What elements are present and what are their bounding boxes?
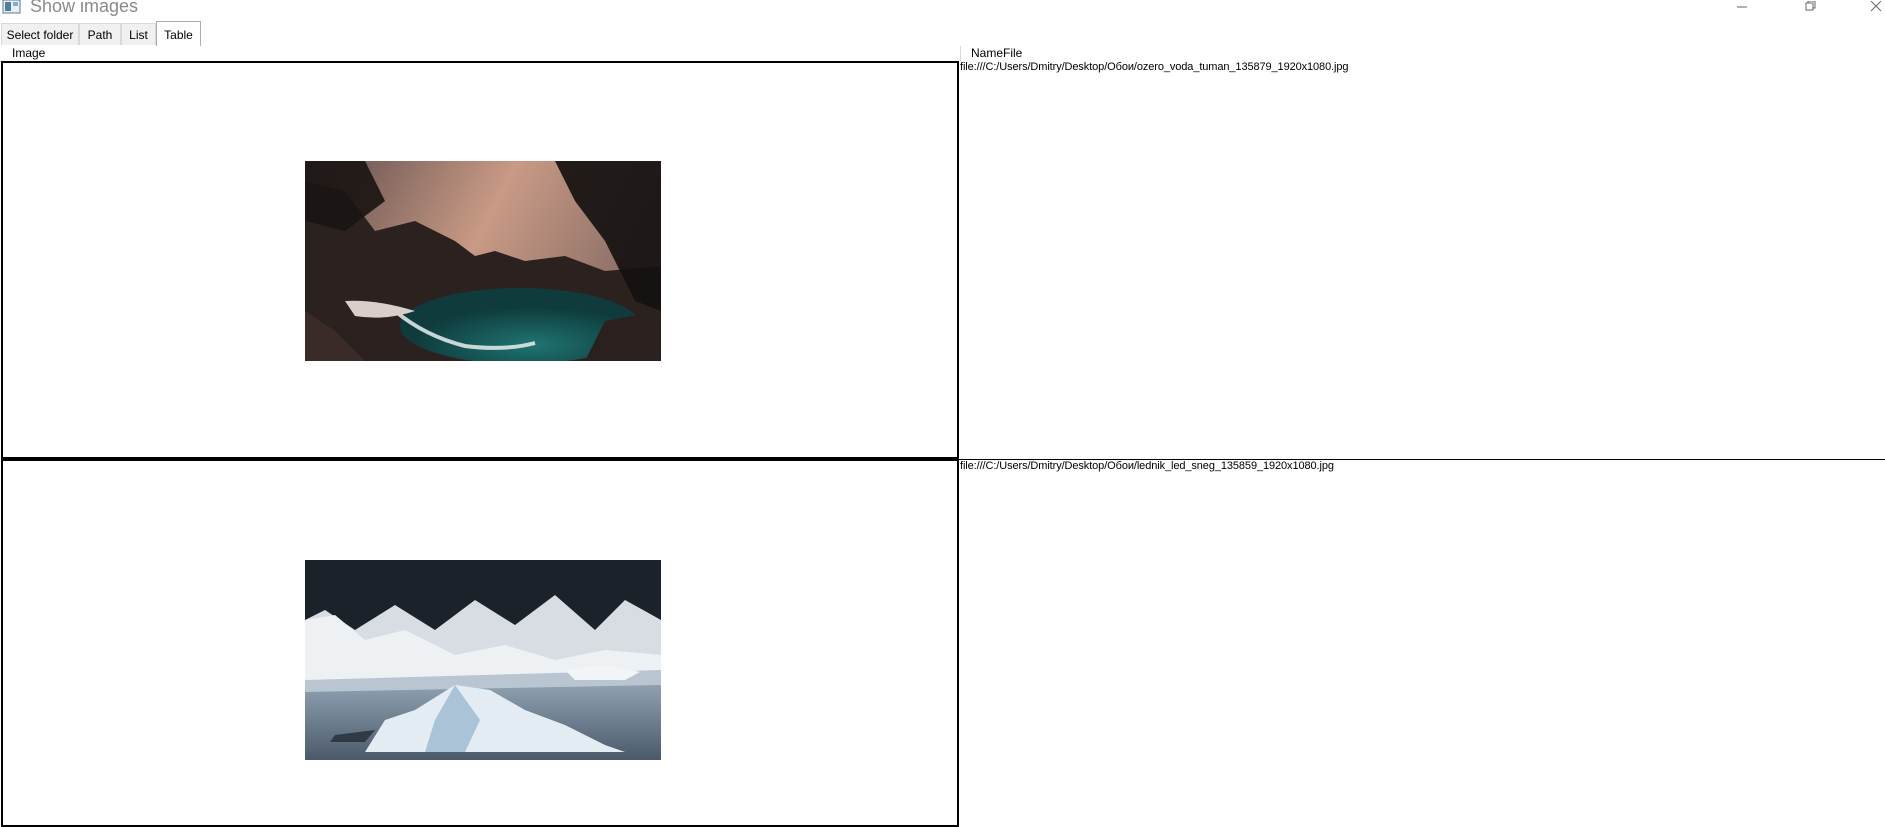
image-thumbnail <box>305 161 661 361</box>
image-cell[interactable] <box>1 459 959 827</box>
table-row[interactable]: file:///C:/Users/Dmitry/Desktop/Обои/oze… <box>0 61 1885 459</box>
restore-icon[interactable] <box>1790 0 1830 12</box>
tab-select-folder[interactable]: Select folder <box>1 23 79 45</box>
image-cell[interactable] <box>1 61 959 459</box>
tab-bar: Select folder Path List Table <box>0 21 1885 47</box>
table-row[interactable]: file:///C:/Users/Dmitry/Desktop/Обои/led… <box>0 459 1885 827</box>
column-header-namefile[interactable]: NameFile <box>971 46 1022 61</box>
namefile-cell[interactable]: file:///C:/Users/Dmitry/Desktop/Обои/led… <box>959 459 1885 827</box>
window-title: Show images <box>30 0 139 16</box>
close-icon[interactable] <box>1858 0 1885 12</box>
tab-table[interactable]: Table <box>156 21 201 46</box>
namefile-cell[interactable]: file:///C:/Users/Dmitry/Desktop/Обои/oze… <box>959 61 1885 459</box>
column-header-image[interactable]: Image <box>12 46 45 61</box>
app-icon <box>2 0 22 14</box>
tab-list[interactable]: List <box>121 23 156 45</box>
tab-path[interactable]: Path <box>79 23 121 45</box>
minimize-icon[interactable] <box>1722 0 1762 12</box>
column-divider[interactable] <box>960 46 961 61</box>
table-header: Image NameFile <box>0 46 1885 62</box>
title-bar: Show images <box>0 0 1885 17</box>
file-path-text: file:///C:/Users/Dmitry/Desktop/Обои/led… <box>960 460 1334 472</box>
file-path-text: file:///C:/Users/Dmitry/Desktop/Обои/oze… <box>960 61 1349 73</box>
image-thumbnail <box>305 560 661 760</box>
